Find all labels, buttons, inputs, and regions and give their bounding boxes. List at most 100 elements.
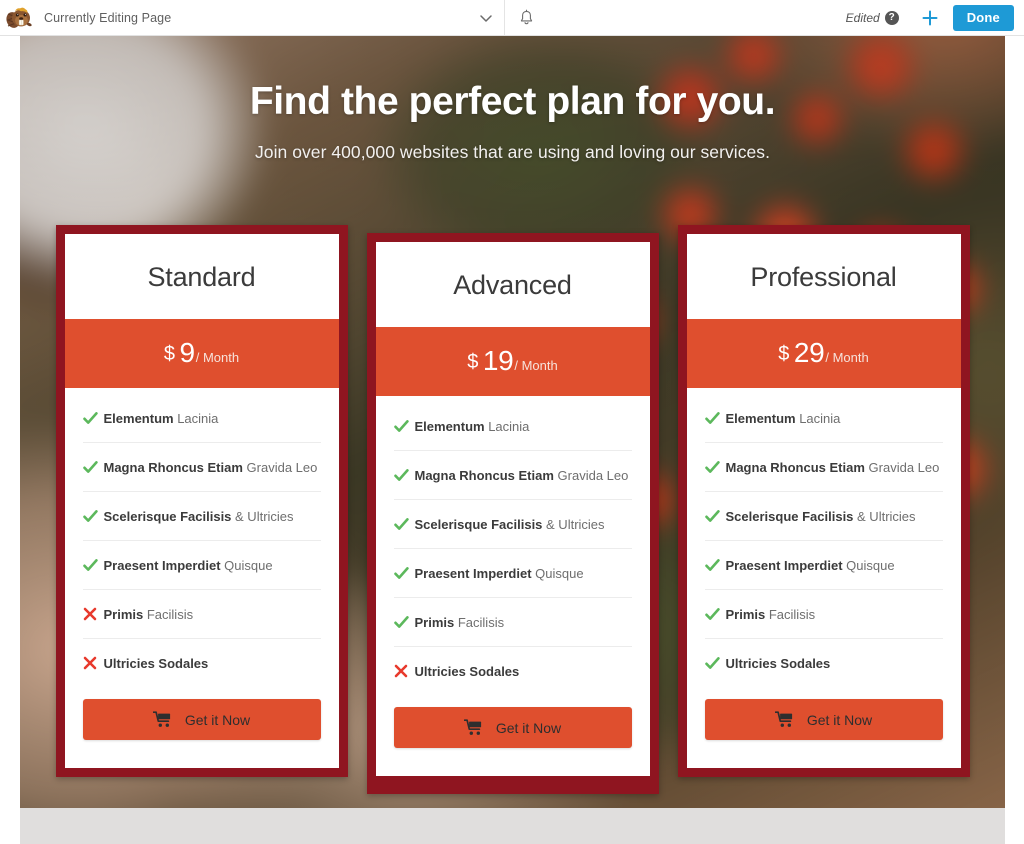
feature-label: Elementum Lacinia xyxy=(103,411,219,426)
page-canvas: Find the perfect plan for you. Join over… xyxy=(0,36,1024,844)
price-currency: $ xyxy=(778,343,790,365)
hero-copy: Find the perfect plan for you. Join over… xyxy=(20,80,1005,163)
check-icon xyxy=(393,613,409,631)
cta-wrapper: Get it Now xyxy=(376,695,650,776)
feature-label: Scelerisque Facilisis & Ultricies xyxy=(725,509,916,524)
feature-label: Scelerisque Facilisis & Ultricies xyxy=(103,509,294,524)
check-icon xyxy=(393,515,409,533)
pricing-card-body: Advanced $ 19/ Month Elementum Lacinia Magn… xyxy=(375,242,650,776)
feature-label: Praesent Imperdiet Quisque xyxy=(414,566,584,581)
hero-subtitle: Join over 400,000 websites that are usin… xyxy=(255,141,770,162)
shopping-cart-icon xyxy=(774,711,795,728)
get-it-now-button[interactable]: Get it Now xyxy=(82,699,321,740)
feature-item: Elementum Lacinia xyxy=(393,402,632,451)
feature-item: Primis Facilisis xyxy=(393,598,632,647)
beaver-logo-icon[interactable] xyxy=(0,0,40,36)
check-icon xyxy=(704,458,720,476)
cta-wrapper: Get it Now xyxy=(687,687,961,768)
feature-item: Elementum Lacinia xyxy=(704,394,943,443)
check-icon xyxy=(704,654,720,672)
plan-price-band: $ 9/ Month xyxy=(64,319,339,388)
price-amount: 9 xyxy=(179,337,195,368)
feature-label: Magna Rhoncus Etiam Gravida Leo xyxy=(103,460,318,475)
price-amount: 19 xyxy=(482,345,514,376)
feature-label: Elementum Lacinia xyxy=(725,411,841,426)
check-icon xyxy=(704,556,720,574)
feature-label: Ultricies Sodales xyxy=(103,656,209,671)
get-it-now-button[interactable]: Get it Now xyxy=(704,699,943,740)
edited-label: Edited xyxy=(845,10,880,25)
feature-label: Praesent Imperdiet Quisque xyxy=(103,558,273,573)
feature-label: Ultricies Sodales xyxy=(414,664,520,679)
pricing-card-standard: Standard $ 9/ Month Elementum Lacinia Magna… xyxy=(55,225,348,777)
check-icon xyxy=(704,605,720,623)
bell-notification-icon[interactable] xyxy=(505,0,549,36)
page-bottom-strip xyxy=(20,808,1005,844)
feature-item: Magna Rhoncus Etiam Gravida Leo xyxy=(704,443,943,492)
price-currency: $ xyxy=(163,343,176,365)
feature-item: Praesent Imperdiet Quisque xyxy=(393,549,632,598)
feature-label: Elementum Lacinia xyxy=(414,419,530,434)
editing-page-label: Currently Editing Page xyxy=(44,10,172,25)
feature-item: Primis Facilisis xyxy=(704,590,943,639)
pricing-card-body: Professional $ 29/ Month Elementum Lacinia… xyxy=(686,234,961,768)
feature-item: Scelerisque Facilisis & Ultricies xyxy=(82,492,321,541)
plan-name: Advanced xyxy=(453,270,572,300)
shopping-cart-icon xyxy=(463,719,484,736)
feature-list: Elementum Lacinia Magna Rhoncus Etiam Gra… xyxy=(687,388,961,687)
feature-item: Magna Rhoncus Etiam Gravida Leo xyxy=(393,451,632,500)
check-icon xyxy=(82,409,98,427)
feature-item: Primis Facilisis xyxy=(82,590,321,639)
shopping-cart-icon xyxy=(152,711,173,728)
price-period: / Month xyxy=(514,358,558,373)
feature-item: Elementum Lacinia xyxy=(82,394,321,443)
feature-label: Scelerisque Facilisis & Ultricies xyxy=(414,517,605,532)
feature-item: Scelerisque Facilisis & Ultricies xyxy=(393,500,632,549)
price-amount: 29 xyxy=(793,337,825,368)
feature-label: Ultricies Sodales xyxy=(725,656,831,671)
edited-status: Edited ? xyxy=(845,10,899,25)
feature-list: Elementum Lacinia Magna Rhoncus Etiam Gra… xyxy=(376,396,650,695)
help-question-icon[interactable]: ? xyxy=(884,10,899,25)
cta-wrapper: Get it Now xyxy=(65,687,339,768)
check-icon xyxy=(704,409,720,427)
chevron-down-icon[interactable] xyxy=(468,0,504,36)
feature-item: Praesent Imperdiet Quisque xyxy=(82,541,321,590)
check-icon xyxy=(393,564,409,582)
page-title: Find the perfect plan for you. xyxy=(249,80,776,123)
price-period: / Month xyxy=(195,350,240,365)
admin-toolbar: Currently Editing Page Edited ? Done xyxy=(0,0,1024,36)
plan-price-band: $ 29/ Month xyxy=(686,319,961,388)
feature-label: Primis Facilisis xyxy=(414,615,505,630)
cta-label: Get it Now xyxy=(806,711,873,728)
plus-icon[interactable] xyxy=(913,0,947,36)
price-currency: $ xyxy=(467,351,479,373)
feature-item: Scelerisque Facilisis & Ultricies xyxy=(704,492,943,541)
check-icon xyxy=(82,458,98,476)
cross-icon xyxy=(83,605,98,623)
pricing-card-advanced: Advanced $ 19/ Month Elementum Lacinia Magn… xyxy=(366,233,659,794)
cta-label: Get it Now xyxy=(495,719,562,736)
feature-item: Praesent Imperdiet Quisque xyxy=(704,541,943,590)
check-icon xyxy=(82,556,98,574)
feature-list: Elementum Lacinia Magna Rhoncus Etiam Gra… xyxy=(65,388,339,687)
feature-item: Ultricies Sodales xyxy=(83,639,321,687)
feature-label: Magna Rhoncus Etiam Gravida Leo xyxy=(725,460,940,475)
pricing-card-professional: Professional $ 29/ Month Elementum Lacinia… xyxy=(677,225,970,777)
plan-name: Standard xyxy=(147,262,256,292)
plan-name: Professional xyxy=(750,262,897,292)
cross-icon xyxy=(83,654,98,672)
feature-item: Ultricies Sodales xyxy=(394,647,632,695)
page-content: Find the perfect plan for you. Join over… xyxy=(20,36,1005,844)
feature-label: Praesent Imperdiet Quisque xyxy=(725,558,895,573)
feature-label: Magna Rhoncus Etiam Gravida Leo xyxy=(414,468,629,483)
get-it-now-button[interactable]: Get it Now xyxy=(393,707,632,748)
plan-price-band: $ 19/ Month xyxy=(375,327,650,396)
feature-label: Primis Facilisis xyxy=(103,607,194,622)
price-period: / Month xyxy=(825,350,869,365)
feature-label: Primis Facilisis xyxy=(725,607,816,622)
cta-label: Get it Now xyxy=(184,711,251,728)
check-icon xyxy=(393,466,409,484)
done-button[interactable]: Done xyxy=(952,4,1014,31)
cross-icon xyxy=(394,662,409,680)
